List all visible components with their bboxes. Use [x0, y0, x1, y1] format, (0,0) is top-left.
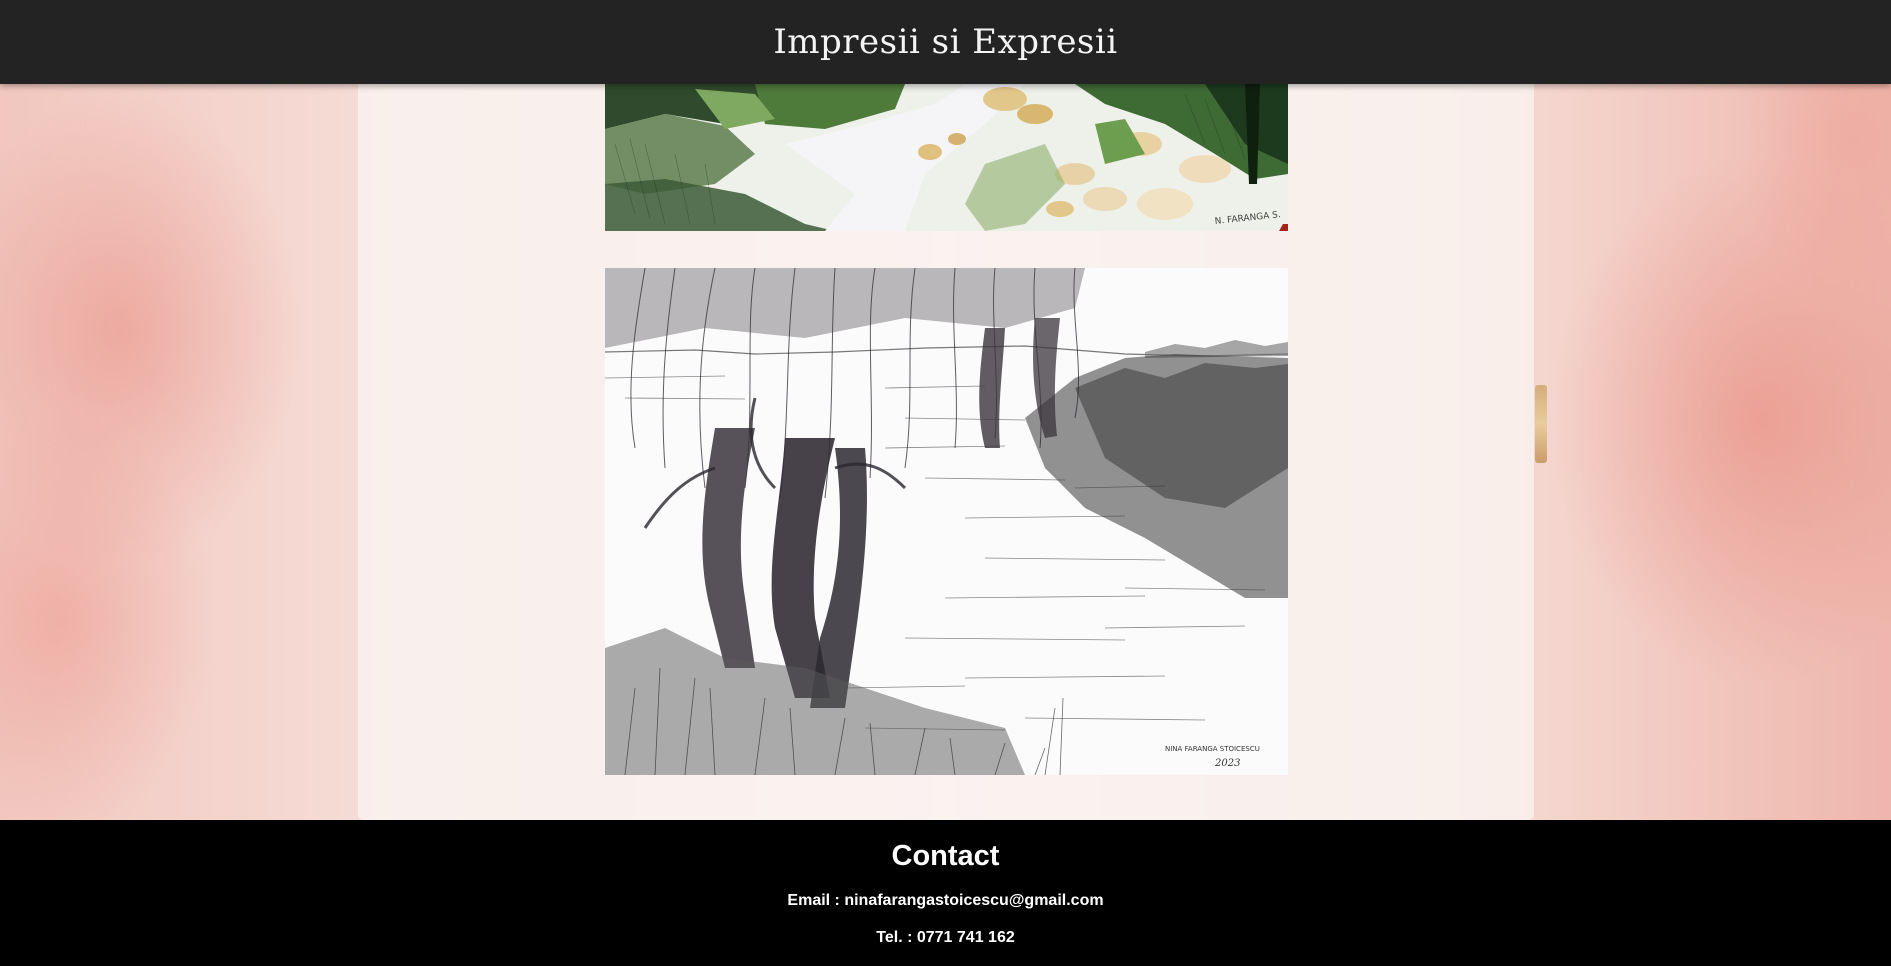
site-header: Impresii si Expresii [0, 0, 1891, 84]
svg-text:2023: 2023 [1214, 758, 1240, 769]
site-title[interactable]: Impresii si Expresii [773, 22, 1117, 62]
gallery-image-landscape[interactable]: N. FARANGA S. [605, 84, 1288, 231]
ink-willow-river-drawing-image: NINA FARANGA STOICESCU 2023 [605, 268, 1288, 775]
gallery-image-willows[interactable]: NINA FARANGA STOICESCU 2023 [605, 268, 1288, 775]
contact-footer: Contact Email : ninafarangastoicescu@gma… [0, 820, 1891, 966]
colored-landscape-sketch-image: N. FARANGA S. [605, 84, 1288, 231]
background-decoration [1535, 385, 1547, 463]
contact-email[interactable]: Email : ninafarangastoicescu@gmail.com [0, 892, 1891, 910]
contact-title: Contact [891, 840, 1000, 872]
contact-phone[interactable]: Tel. : 0771 741 162 [0, 929, 1891, 947]
svg-text:NINA FARANGA STOICESCU: NINA FARANGA STOICESCU [1165, 745, 1260, 753]
